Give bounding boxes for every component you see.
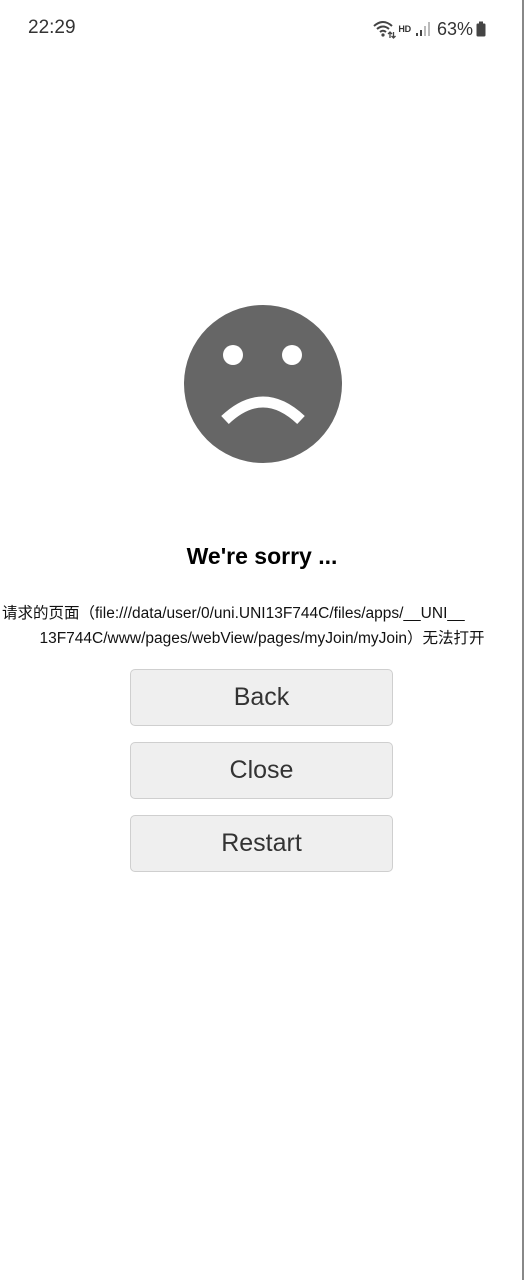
battery-icon (476, 21, 486, 37)
wifi-icon (372, 19, 397, 39)
error-message-line-2: 13F744C/www/pages/webView/pages/myJoin/m… (39, 630, 485, 647)
error-screen: 22:29 HD 63% We're sorry ... 请求的页面（file:… (0, 0, 524, 1280)
status-icons: HD 63% (372, 17, 486, 41)
battery-percent: 63% (436, 18, 473, 39)
error-title: We're sorry ... (186, 543, 338, 569)
error-message-line-1: 请求的页面（file:///data/user/0/uni.UNI13F744C… (2, 605, 465, 622)
restart-button[interactable]: Restart (130, 815, 393, 872)
signal-icon (415, 21, 431, 37)
hd-label: HD (398, 24, 411, 34)
sad-face-icon (183, 304, 343, 464)
status-bar: 22:29 HD 63% (0, 0, 520, 58)
status-time: 22:29 (28, 17, 76, 38)
close-button[interactable]: Close (130, 742, 393, 799)
back-button[interactable]: Back (130, 669, 393, 726)
error-message: 请求的页面（file:///data/user/0/uni.UNI13F744C… (0, 601, 524, 651)
